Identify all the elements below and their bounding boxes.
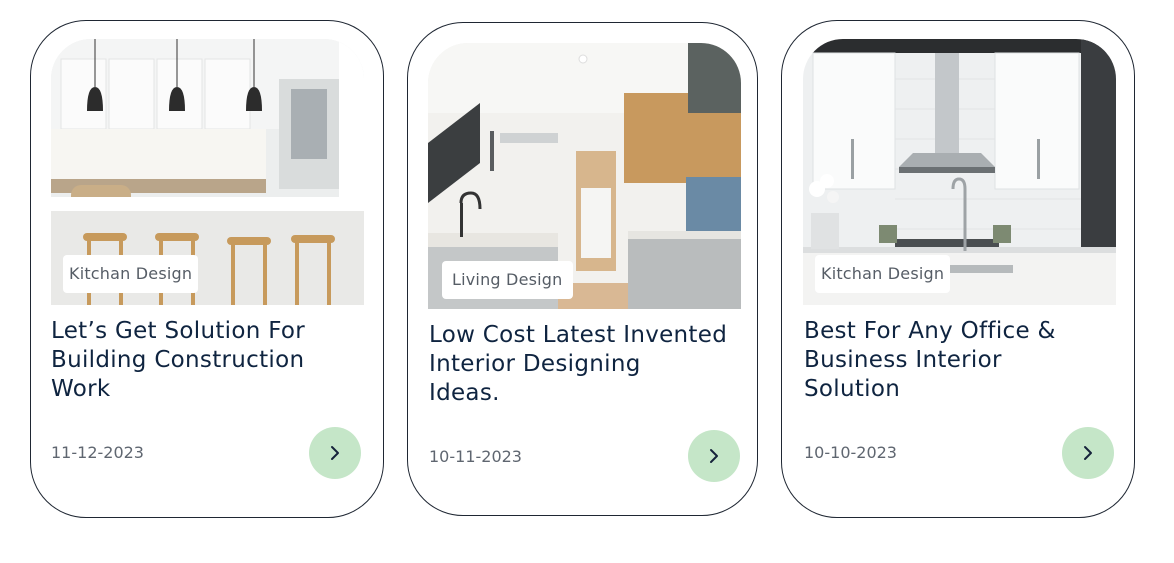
card-title-line: Low Cost Latest Invented — [429, 322, 728, 348]
chevron-right-icon — [710, 449, 718, 463]
card-title-line: Best For Any Office & — [804, 318, 1056, 344]
category-tag: Kitchan Design — [815, 255, 951, 293]
card-title-line: Business Interior — [804, 347, 1002, 373]
chevron-right-icon — [1084, 446, 1092, 460]
card-image-kitchen[interactable]: Kitchan Design — [51, 39, 364, 305]
chevron-right-icon — [331, 446, 339, 460]
card-title-line: Ideas. — [429, 380, 500, 406]
read-more-button[interactable] — [309, 427, 361, 479]
card-title-line: Interior Designing — [429, 351, 641, 377]
card-title[interactable]: Low Cost Latest Invented Interior Design… — [429, 321, 749, 408]
card-image-kitchen[interactable]: Kitchan Design — [803, 39, 1116, 305]
card-title[interactable]: Best For Any Office & Business Interior … — [804, 317, 1124, 404]
post-date: 10-10-2023 — [804, 443, 897, 462]
read-more-button[interactable] — [688, 430, 740, 482]
card-title[interactable]: Let’s Get Solution For Building Construc… — [51, 317, 371, 404]
card-title-line: Solution — [804, 376, 901, 402]
card-title-line: Let’s Get Solution For — [51, 318, 306, 344]
post-date: 11-12-2023 — [51, 443, 144, 462]
blog-card-3[interactable]: Kitchan Design Best For Any Office & Bus… — [781, 20, 1135, 518]
read-more-button[interactable] — [1062, 427, 1114, 479]
card-title-line: Building Construction — [51, 347, 305, 373]
card-image-living[interactable]: Living Design — [428, 43, 741, 309]
blog-card-2[interactable]: Living Design Low Cost Latest Invented I… — [407, 22, 758, 516]
post-date: 10-11-2023 — [429, 447, 522, 466]
blog-card-1[interactable]: Kitchan Design Let’s Get Solution For Bu… — [30, 20, 384, 518]
card-title-line: Work — [51, 376, 111, 402]
category-tag: Living Design — [442, 261, 573, 299]
category-tag: Kitchan Design — [63, 255, 199, 293]
